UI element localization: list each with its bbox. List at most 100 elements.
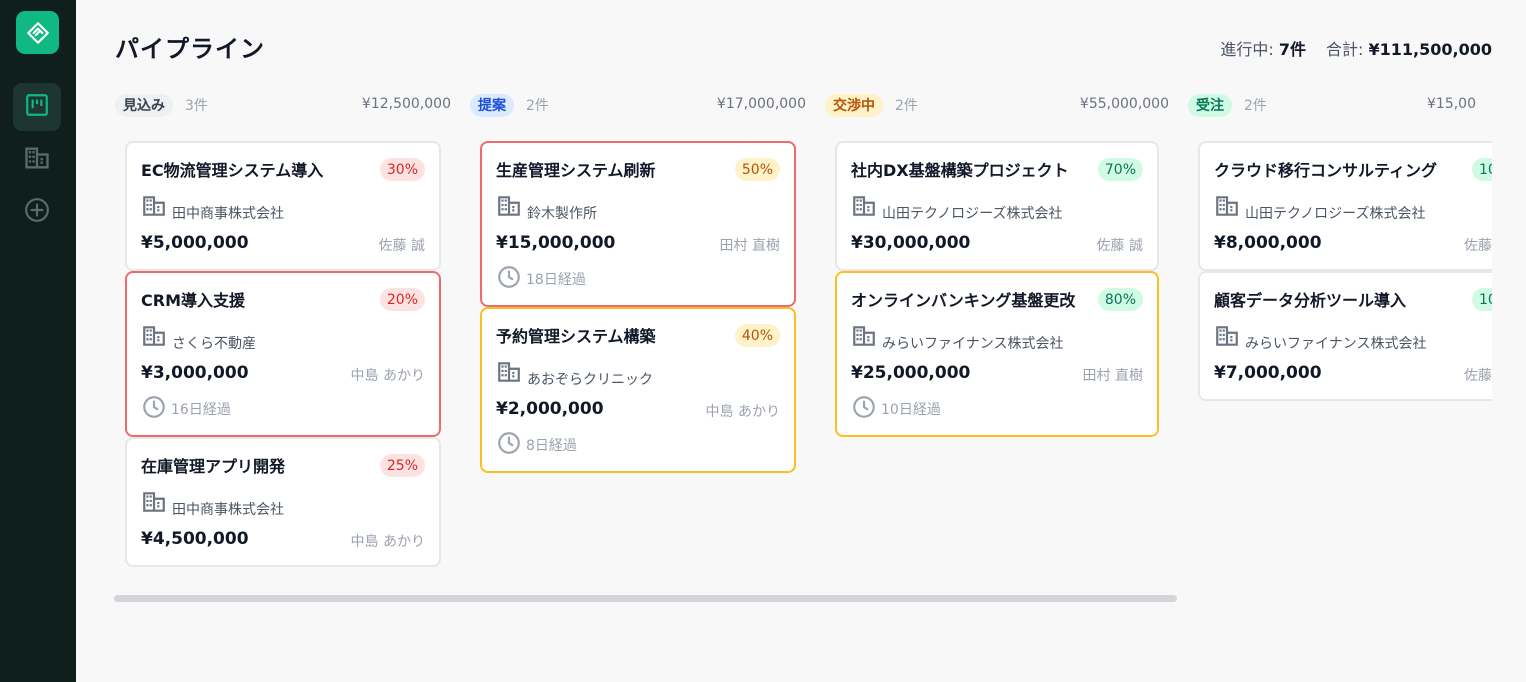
deal-amount: ¥4,500,000 [141,529,249,549]
elapsed-text: 16日経過 [171,402,231,418]
column-header: 交渉中 2件 ¥55,000,000 [825,88,1169,122]
deal-card[interactable]: CRM導入支援 20% さくら不動産 ¥3,000,000 中島 あかり 16日… [125,271,441,437]
probability-badge: 70% [1097,158,1143,181]
company: 山田テクノロジーズ株式会社 [1214,193,1425,223]
deal-owner: 佐藤 誠 [1096,238,1143,254]
company-name: 鈴木製作所 [527,206,597,222]
deal-card[interactable]: オンラインバンキング基盤更改 80% みらいファイナンス株式会社 ¥25,000… [835,271,1159,437]
company: みらいファイナンス株式会社 [851,323,1063,353]
company-name: 山田テクノロジーズ株式会社 [1245,206,1426,222]
deal-title: EC物流管理システム導入 [141,161,324,180]
clock-icon [851,394,877,424]
deal-owner: 田村 直樹 [719,238,780,254]
deal-card[interactable]: 在庫管理アプリ開発 25% 田中商事株式会社 ¥4,500,000 中島 あかり [125,437,441,567]
probability-badge: 25% [379,454,425,477]
column-proposal: 提案 2件 ¥17,000,000 生産管理システム刷新 50% 鈴木製作所 ¥… [470,88,806,473]
building-icon [141,323,167,353]
deal-card[interactable]: 社内DX基盤構築プロジェクト 70% 山田テクノロジーズ株式会社 ¥30,000… [835,141,1159,271]
building-icon [141,489,167,519]
nav-companies-button[interactable] [13,136,61,184]
column-total: ¥15,00 [1427,96,1476,112]
elapsed-text: 18日経過 [526,272,586,288]
elapsed-days: 18日経過 [496,264,586,294]
company-name: あおぞらクリニック [527,372,653,388]
deal-owner: 田村 直樹 [1082,368,1143,384]
column-header: 受注 2件 ¥15,00 [1188,88,1492,122]
column-prospect: 見込み 3件 ¥12,500,000 EC物流管理システム導入 30% 田中商事… [115,88,451,567]
building-icon [851,193,877,223]
stage-badge: 見込み [115,93,173,117]
active-count: 進行中: 7件 [1220,40,1307,59]
probability-badge: 100% [1471,288,1492,311]
nav-pipeline-button[interactable] [13,83,61,131]
column-total: ¥17,000,000 [716,96,806,112]
deal-owner: 佐藤 [1464,368,1492,384]
building-icon [496,359,522,389]
deal-title: 顧客データ分析ツール導入 [1214,291,1407,310]
column-negotiation: 交渉中 2件 ¥55,000,000 社内DX基盤構築プロジェクト 70% 山田… [825,88,1169,437]
probability-badge: 30% [379,158,425,181]
deal-title: 社内DX基盤構築プロジェクト [851,161,1069,180]
column-count: 2件 [895,98,918,114]
deal-owner: 中島 あかり [350,534,425,550]
deal-title: 生産管理システム刷新 [496,161,656,180]
handshake-icon[interactable] [16,11,59,54]
deal-card[interactable]: クラウド移行コンサルティング 100% 山田テクノロジーズ株式会社 ¥8,000… [1198,141,1492,271]
horizontal-scrollbar[interactable] [114,595,1177,602]
building-icon [1214,323,1240,353]
elapsed-text: 10日経過 [881,402,941,418]
building-icon [851,323,877,353]
deal-amount: ¥7,000,000 [1214,363,1322,383]
company: さくら不動産 [141,323,256,353]
deal-owner: 佐藤 [1464,238,1492,254]
column-count: 2件 [1244,98,1267,114]
probability-badge: 40% [734,324,780,347]
elapsed-days: 8日経過 [496,430,577,460]
elapsed-days: 10日経過 [851,394,941,424]
deal-owner: 佐藤 誠 [378,238,425,254]
company-name: 田中商事株式会社 [172,206,284,222]
plus-circle-icon [24,197,50,227]
column-won: 受注 2件 ¥15,00 クラウド移行コンサルティング 100% 山田テクノロジ… [1188,88,1492,401]
company: 鈴木製作所 [496,193,597,223]
pipeline-summary: 進行中: 7件 合計: ¥111,500,000 [1220,36,1492,60]
deal-amount: ¥30,000,000 [851,233,971,253]
kanban-icon [24,92,50,122]
company-name: 山田テクノロジーズ株式会社 [882,206,1063,222]
deal-card[interactable]: 生産管理システム刷新 50% 鈴木製作所 ¥15,000,000 田村 直樹 1… [480,141,796,307]
building-icon [141,193,167,223]
column-count: 3件 [185,98,208,114]
company: 田中商事株式会社 [141,489,284,519]
main-content: パイプライン 進行中: 7件 合計: ¥111,500,000 見込み 3件 ¥… [76,0,1526,682]
deal-amount: ¥8,000,000 [1214,233,1322,253]
deal-card[interactable]: 予約管理システム構築 40% あおぞらクリニック ¥2,000,000 中島 あ… [480,307,796,473]
column-header: 見込み 3件 ¥12,500,000 [115,88,451,122]
stage-badge: 交渉中 [825,93,883,117]
company-name: みらいファイナンス株式会社 [1245,336,1427,352]
column-total: ¥12,500,000 [361,96,451,112]
deal-owner: 中島 あかり [350,368,425,384]
kanban-board: 見込み 3件 ¥12,500,000 EC物流管理システム導入 30% 田中商事… [115,88,1492,578]
grand-total: 合計: ¥111,500,000 [1326,40,1492,59]
probability-badge: 50% [734,158,780,181]
deal-amount: ¥3,000,000 [141,363,249,383]
building-icon [1214,193,1240,223]
company-name: さくら不動産 [172,336,256,352]
company: あおぞらクリニック [496,359,653,389]
clock-icon [496,264,522,294]
clock-icon [496,430,522,460]
probability-badge: 20% [379,288,425,311]
page-title: パイプライン [115,35,265,63]
building-icon [496,193,522,223]
clock-icon [141,394,167,424]
probability-badge: 80% [1097,288,1143,311]
stage-badge: 提案 [470,93,514,117]
deal-amount: ¥25,000,000 [851,363,971,383]
deal-card[interactable]: 顧客データ分析ツール導入 100% みらいファイナンス株式会社 ¥7,000,0… [1198,271,1492,401]
nav-add-button[interactable] [13,188,61,236]
column-total: ¥55,000,000 [1079,96,1169,112]
deal-card[interactable]: EC物流管理システム導入 30% 田中商事株式会社 ¥5,000,000 佐藤 … [125,141,441,271]
company: みらいファイナンス株式会社 [1214,323,1426,353]
deal-amount: ¥5,000,000 [141,233,249,253]
deal-title: クラウド移行コンサルティング [1214,161,1438,180]
